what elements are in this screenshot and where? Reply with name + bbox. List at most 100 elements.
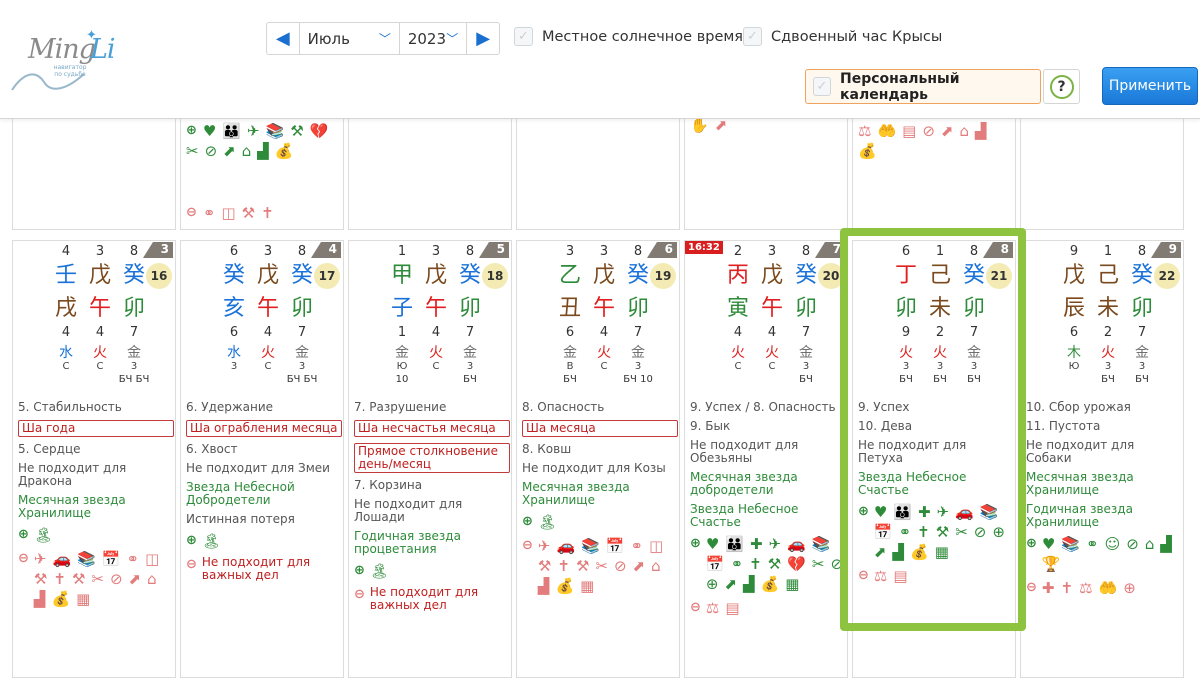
cross-icon[interactable]: ✚	[750, 535, 763, 553]
car-icon[interactable]: 🚗	[787, 535, 806, 553]
door-icon[interactable]: ◫	[145, 550, 159, 568]
people-icon[interactable]: 👪	[222, 122, 241, 140]
arrow-up-icon[interactable]: ⬈	[724, 575, 737, 593]
grave-icon[interactable]: ✝	[1060, 579, 1073, 597]
prev-week-cell[interactable]	[348, 119, 512, 230]
plane-icon[interactable]: ✈	[538, 537, 551, 555]
rings-icon[interactable]: ⚭	[899, 523, 912, 541]
hand-coin-icon[interactable]: 🤲	[877, 122, 896, 140]
scissors-icon[interactable]: ✂	[955, 523, 968, 541]
door-icon[interactable]: ◫	[649, 537, 663, 555]
day-cell[interactable]: 3 16 4 3 8 壬戊癸戌午卯 4 4 7 水火金 С С 3 БЧ БЧ 5. Стабильност…	[12, 240, 176, 678]
year-select[interactable]: 2023 ﹀	[398, 23, 468, 54]
island-icon[interactable]: 🏝	[202, 532, 221, 550]
prev-week-cell[interactable]: ⚖ 🤲 ▤ ⊘ ⬈ ⌂ ▟ 💰	[852, 119, 1016, 230]
no-car-icon[interactable]: ⊘	[974, 523, 987, 541]
chart-icon[interactable]: ▟	[257, 142, 269, 160]
rings-icon[interactable]: ⚭	[731, 555, 744, 573]
demolish-icon[interactable]: ▤	[725, 599, 739, 617]
tools-icon[interactable]: ⚒	[936, 523, 949, 541]
scissors-icon[interactable]: ✂	[186, 142, 199, 160]
rings-icon[interactable]: ⚭	[631, 537, 644, 555]
arrow-up-icon[interactable]: ⬈	[223, 142, 236, 160]
moneybag-icon[interactable]: 💰	[858, 142, 877, 160]
chart-icon[interactable]: ▟	[1160, 535, 1172, 553]
demolish-icon[interactable]: ▤	[893, 567, 907, 585]
trophy-icon[interactable]: 🏆	[1042, 555, 1061, 573]
certificate-icon[interactable]: ▦	[76, 590, 90, 608]
solar-time-checkbox[interactable]: ✓	[514, 27, 533, 46]
calendar-icon[interactable]: 📅	[102, 550, 121, 568]
arrow-up-icon[interactable]: ⬈	[633, 557, 646, 575]
tools-icon[interactable]: ⚒	[576, 557, 589, 575]
chart-icon[interactable]: ▟	[892, 543, 904, 561]
grave-icon[interactable]: ✝	[749, 555, 762, 573]
broken-heart-icon[interactable]: 💔	[787, 555, 806, 573]
next-month-button[interactable]: ▶	[467, 23, 499, 54]
month-select[interactable]: Июль ﹀	[298, 23, 399, 54]
certificate-icon[interactable]: ▦	[935, 543, 949, 561]
day-cell[interactable]: 7 16:32 20 2 3 8 丙戊癸寅午卯 4 4 7 火火金 С С 3 БЧ 9. Успех / 8…	[684, 240, 848, 678]
prev-week-cell[interactable]: ✋ ⬈	[684, 116, 848, 230]
double-rat-checkbox[interactable]: ✓	[743, 27, 762, 46]
car-icon[interactable]: 🚗	[52, 550, 71, 568]
plane-icon[interactable]: ✈	[247, 122, 260, 140]
rings-icon[interactable]: ⚭	[203, 204, 216, 222]
day-cell[interactable]: 8 21 6 1 8 丁己癸卯未卯 9 2 7 火火金 3 3 3 БЧ БЧ БЧ 9. Успех 10. Д…	[852, 240, 1016, 678]
calendar-icon[interactable]: 📅	[874, 523, 893, 541]
island-icon[interactable]: 🏝	[34, 526, 53, 544]
certificate-icon[interactable]: ▦	[580, 577, 594, 595]
island-icon[interactable]: 🏝	[370, 562, 389, 580]
prev-week-cell[interactable]	[12, 119, 176, 230]
scissors-icon[interactable]: ✂	[595, 557, 608, 575]
no-car-icon[interactable]: ⊘	[110, 570, 123, 588]
chart-icon[interactable]: ▟	[34, 590, 46, 608]
broken-heart-icon[interactable]: 💔	[310, 122, 329, 140]
heart-icon[interactable]: ♥	[706, 535, 719, 553]
books-icon[interactable]: 📚	[812, 535, 831, 553]
arrow-up-icon[interactable]: ⬈	[941, 122, 954, 140]
plane-icon[interactable]: ✈	[34, 550, 47, 568]
scales-icon[interactable]: ⚖	[858, 122, 871, 140]
scissors-icon[interactable]: ✂	[812, 555, 825, 573]
books-icon[interactable]: 📚	[266, 122, 285, 140]
moneybag-icon[interactable]: 💰	[275, 142, 294, 160]
books-icon[interactable]: 📚	[581, 537, 600, 555]
rings-icon[interactable]: ⚭	[1086, 535, 1099, 553]
heart-icon[interactable]: ♥	[874, 503, 887, 521]
chart-icon[interactable]: ▟	[743, 575, 755, 593]
no-car-icon[interactable]: ⊘	[1126, 535, 1139, 553]
search-icon[interactable]: ⊕	[1123, 579, 1136, 597]
no-car-icon[interactable]: ⊘	[922, 122, 935, 140]
grave-icon[interactable]: ✝	[917, 523, 930, 541]
no-car-icon[interactable]: ⊘	[614, 557, 627, 575]
chart-icon[interactable]: ▟	[538, 577, 550, 595]
tools-icon[interactable]: ⚒	[768, 555, 781, 573]
grave-icon[interactable]: ✝	[53, 570, 66, 588]
moneybag-icon[interactable]: 💰	[910, 543, 929, 561]
books-icon[interactable]: 📚	[980, 503, 999, 521]
no-car-icon[interactable]: ⊘	[830, 555, 843, 573]
moneybag-icon[interactable]: 💰	[555, 577, 574, 595]
heart-icon[interactable]: ♥	[203, 122, 216, 140]
house-icon[interactable]: ⌂	[147, 570, 157, 588]
island-icon[interactable]: 🏝	[538, 513, 557, 531]
scales-icon[interactable]: ⚖	[706, 599, 719, 617]
moneybag-icon[interactable]: 💰	[51, 590, 70, 608]
cross-icon[interactable]: ✚	[1042, 579, 1055, 597]
house-icon[interactable]: ⌂	[1145, 535, 1155, 553]
house-icon[interactable]: ⌂	[242, 142, 252, 160]
arrow-up-icon[interactable]: ⬈	[129, 570, 142, 588]
people-icon[interactable]: 👪	[725, 535, 744, 553]
shovel-icon[interactable]: ⚒	[242, 204, 255, 222]
door-icon[interactable]: ◫	[221, 204, 235, 222]
prev-week-cell[interactable]: ⊕ ♥ 👪 ✈ 📚 ⚒ 💔 ✂ ⊘ ⬈ ⌂ ▟ 💰 ⊖ ⚭ ◫ ⚒ ✝	[180, 119, 344, 230]
grave-icon[interactable]: ✝	[261, 204, 274, 222]
people-icon[interactable]: 👪	[893, 503, 912, 521]
scissors-icon[interactable]: ✂	[91, 570, 104, 588]
shovel-icon[interactable]: ⚒	[538, 557, 551, 575]
moneybag-icon[interactable]: 💰	[761, 575, 780, 593]
car-icon[interactable]: 🚗	[556, 537, 575, 555]
prev-month-button[interactable]: ◀	[267, 23, 299, 54]
rings-icon[interactable]: ⚭	[127, 550, 140, 568]
